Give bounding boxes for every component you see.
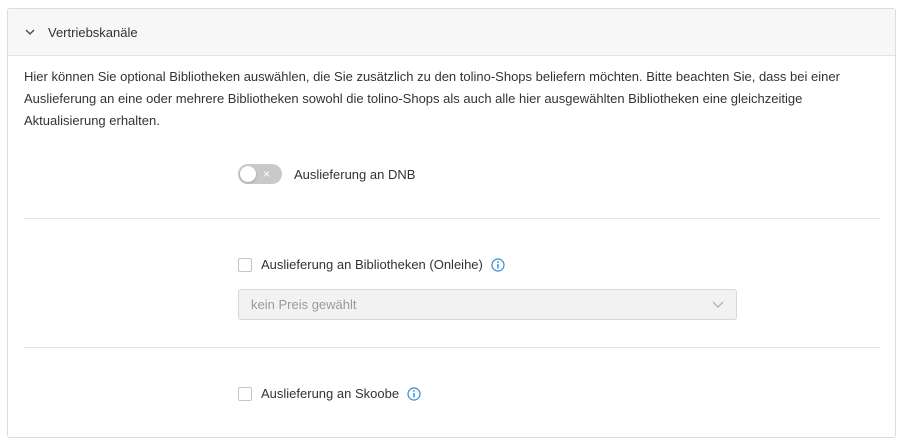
price-select-value: kein Preis gewählt [251,297,357,312]
skoobe-row: Auslieferung an Skoobe [238,386,421,401]
info-icon[interactable] [407,386,421,401]
libraries-label: Auslieferung an Bibliotheken (Onleihe) [261,257,483,272]
skoobe-checkbox[interactable] [238,386,252,401]
price-select[interactable]: kein Preis gewählt [238,289,737,320]
panel-header[interactable]: Vertriebskanäle [8,9,895,56]
panel-title: Vertriebskanäle [48,24,138,40]
skoobe-label: Auslieferung an Skoobe [261,386,400,401]
divider [24,347,880,348]
toggle-knob [240,166,256,182]
chevron-down-icon[interactable] [24,26,36,38]
divider [24,218,880,219]
intro-text: Hier können Sie optional Bibliotheken au… [24,69,840,128]
chevron-down-icon [712,299,724,311]
dnb-toggle[interactable]: × [238,164,282,184]
libraries-row: Auslieferung an Bibliotheken (Onleihe) [238,257,505,272]
dnb-row: × Auslieferung an DNB [238,164,415,184]
libraries-checkbox[interactable] [238,257,252,272]
info-icon[interactable] [491,257,505,272]
dnb-label: Auslieferung an DNB [294,166,416,182]
toggle-off-icon: × [263,167,271,181]
